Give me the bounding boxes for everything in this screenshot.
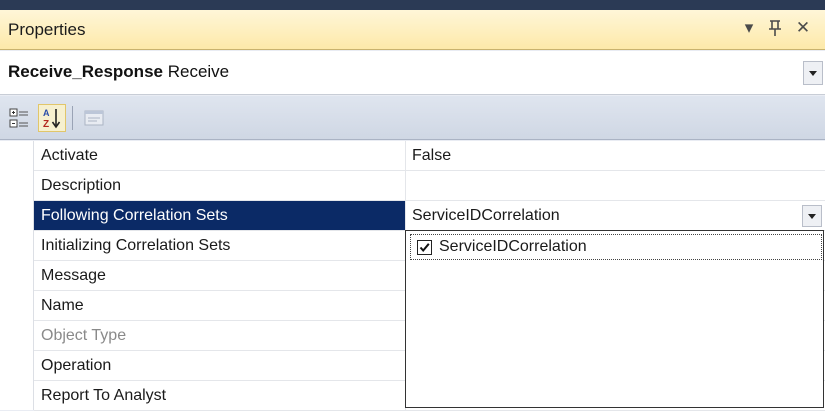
object-name: Receive_Response bbox=[8, 62, 163, 81]
property-name: Message bbox=[41, 267, 106, 284]
property-row-following-correlation-sets[interactable]: Following Correlation Sets ServiceIDCorr… bbox=[34, 201, 825, 231]
column-divider[interactable] bbox=[405, 201, 406, 231]
dropdown-item-label: ServiceIDCorrelation bbox=[439, 238, 587, 255]
selected-object: Receive_Response Receive bbox=[8, 62, 229, 82]
object-type: Receive bbox=[167, 62, 230, 81]
window-top-strip bbox=[0, 0, 825, 10]
properties-titlebar: Properties ▾ ✕ bbox=[0, 10, 825, 50]
property-name: Initializing Correlation Sets bbox=[41, 237, 231, 254]
value-dropdown-button[interactable] bbox=[802, 205, 822, 227]
property-name: Object Type bbox=[41, 327, 127, 344]
property-name: Description bbox=[41, 177, 122, 194]
close-icon[interactable]: ✕ bbox=[792, 16, 814, 40]
svg-text:A: A bbox=[43, 108, 50, 118]
pin-icon[interactable] bbox=[764, 16, 786, 40]
correlation-sets-dropdown: ServiceIDCorrelation bbox=[405, 230, 824, 408]
window-position-icon[interactable]: ▾ bbox=[738, 16, 760, 40]
svg-text:Z: Z bbox=[43, 119, 49, 130]
property-name: Following Correlation Sets bbox=[41, 207, 228, 224]
property-name: Report To Analyst bbox=[41, 387, 167, 404]
column-divider[interactable] bbox=[405, 171, 406, 201]
checkbox[interactable] bbox=[417, 240, 432, 255]
properties-toolbar: A Z bbox=[0, 96, 825, 140]
object-selector[interactable]: Receive_Response Receive bbox=[0, 51, 825, 95]
object-selector-dropdown-button[interactable] bbox=[803, 61, 823, 85]
property-row-activate[interactable]: Activate False bbox=[34, 141, 825, 171]
dropdown-list-item[interactable]: ServiceIDCorrelation bbox=[410, 234, 822, 260]
categorized-icon[interactable] bbox=[6, 104, 34, 132]
panel-title: Properties bbox=[8, 20, 86, 39]
property-name: Activate bbox=[41, 147, 98, 164]
property-value[interactable]: ServiceIDCorrelation bbox=[412, 207, 560, 225]
property-grid-gutter bbox=[0, 141, 34, 410]
property-value[interactable]: False bbox=[412, 147, 451, 165]
alphabetical-icon[interactable]: A Z bbox=[38, 104, 66, 132]
property-name: Name bbox=[41, 297, 84, 314]
property-name: Operation bbox=[41, 357, 112, 374]
column-divider[interactable] bbox=[405, 141, 406, 171]
property-pages-icon bbox=[80, 104, 108, 132]
property-row-description[interactable]: Description bbox=[34, 171, 825, 201]
toolbar-separator bbox=[72, 106, 73, 130]
